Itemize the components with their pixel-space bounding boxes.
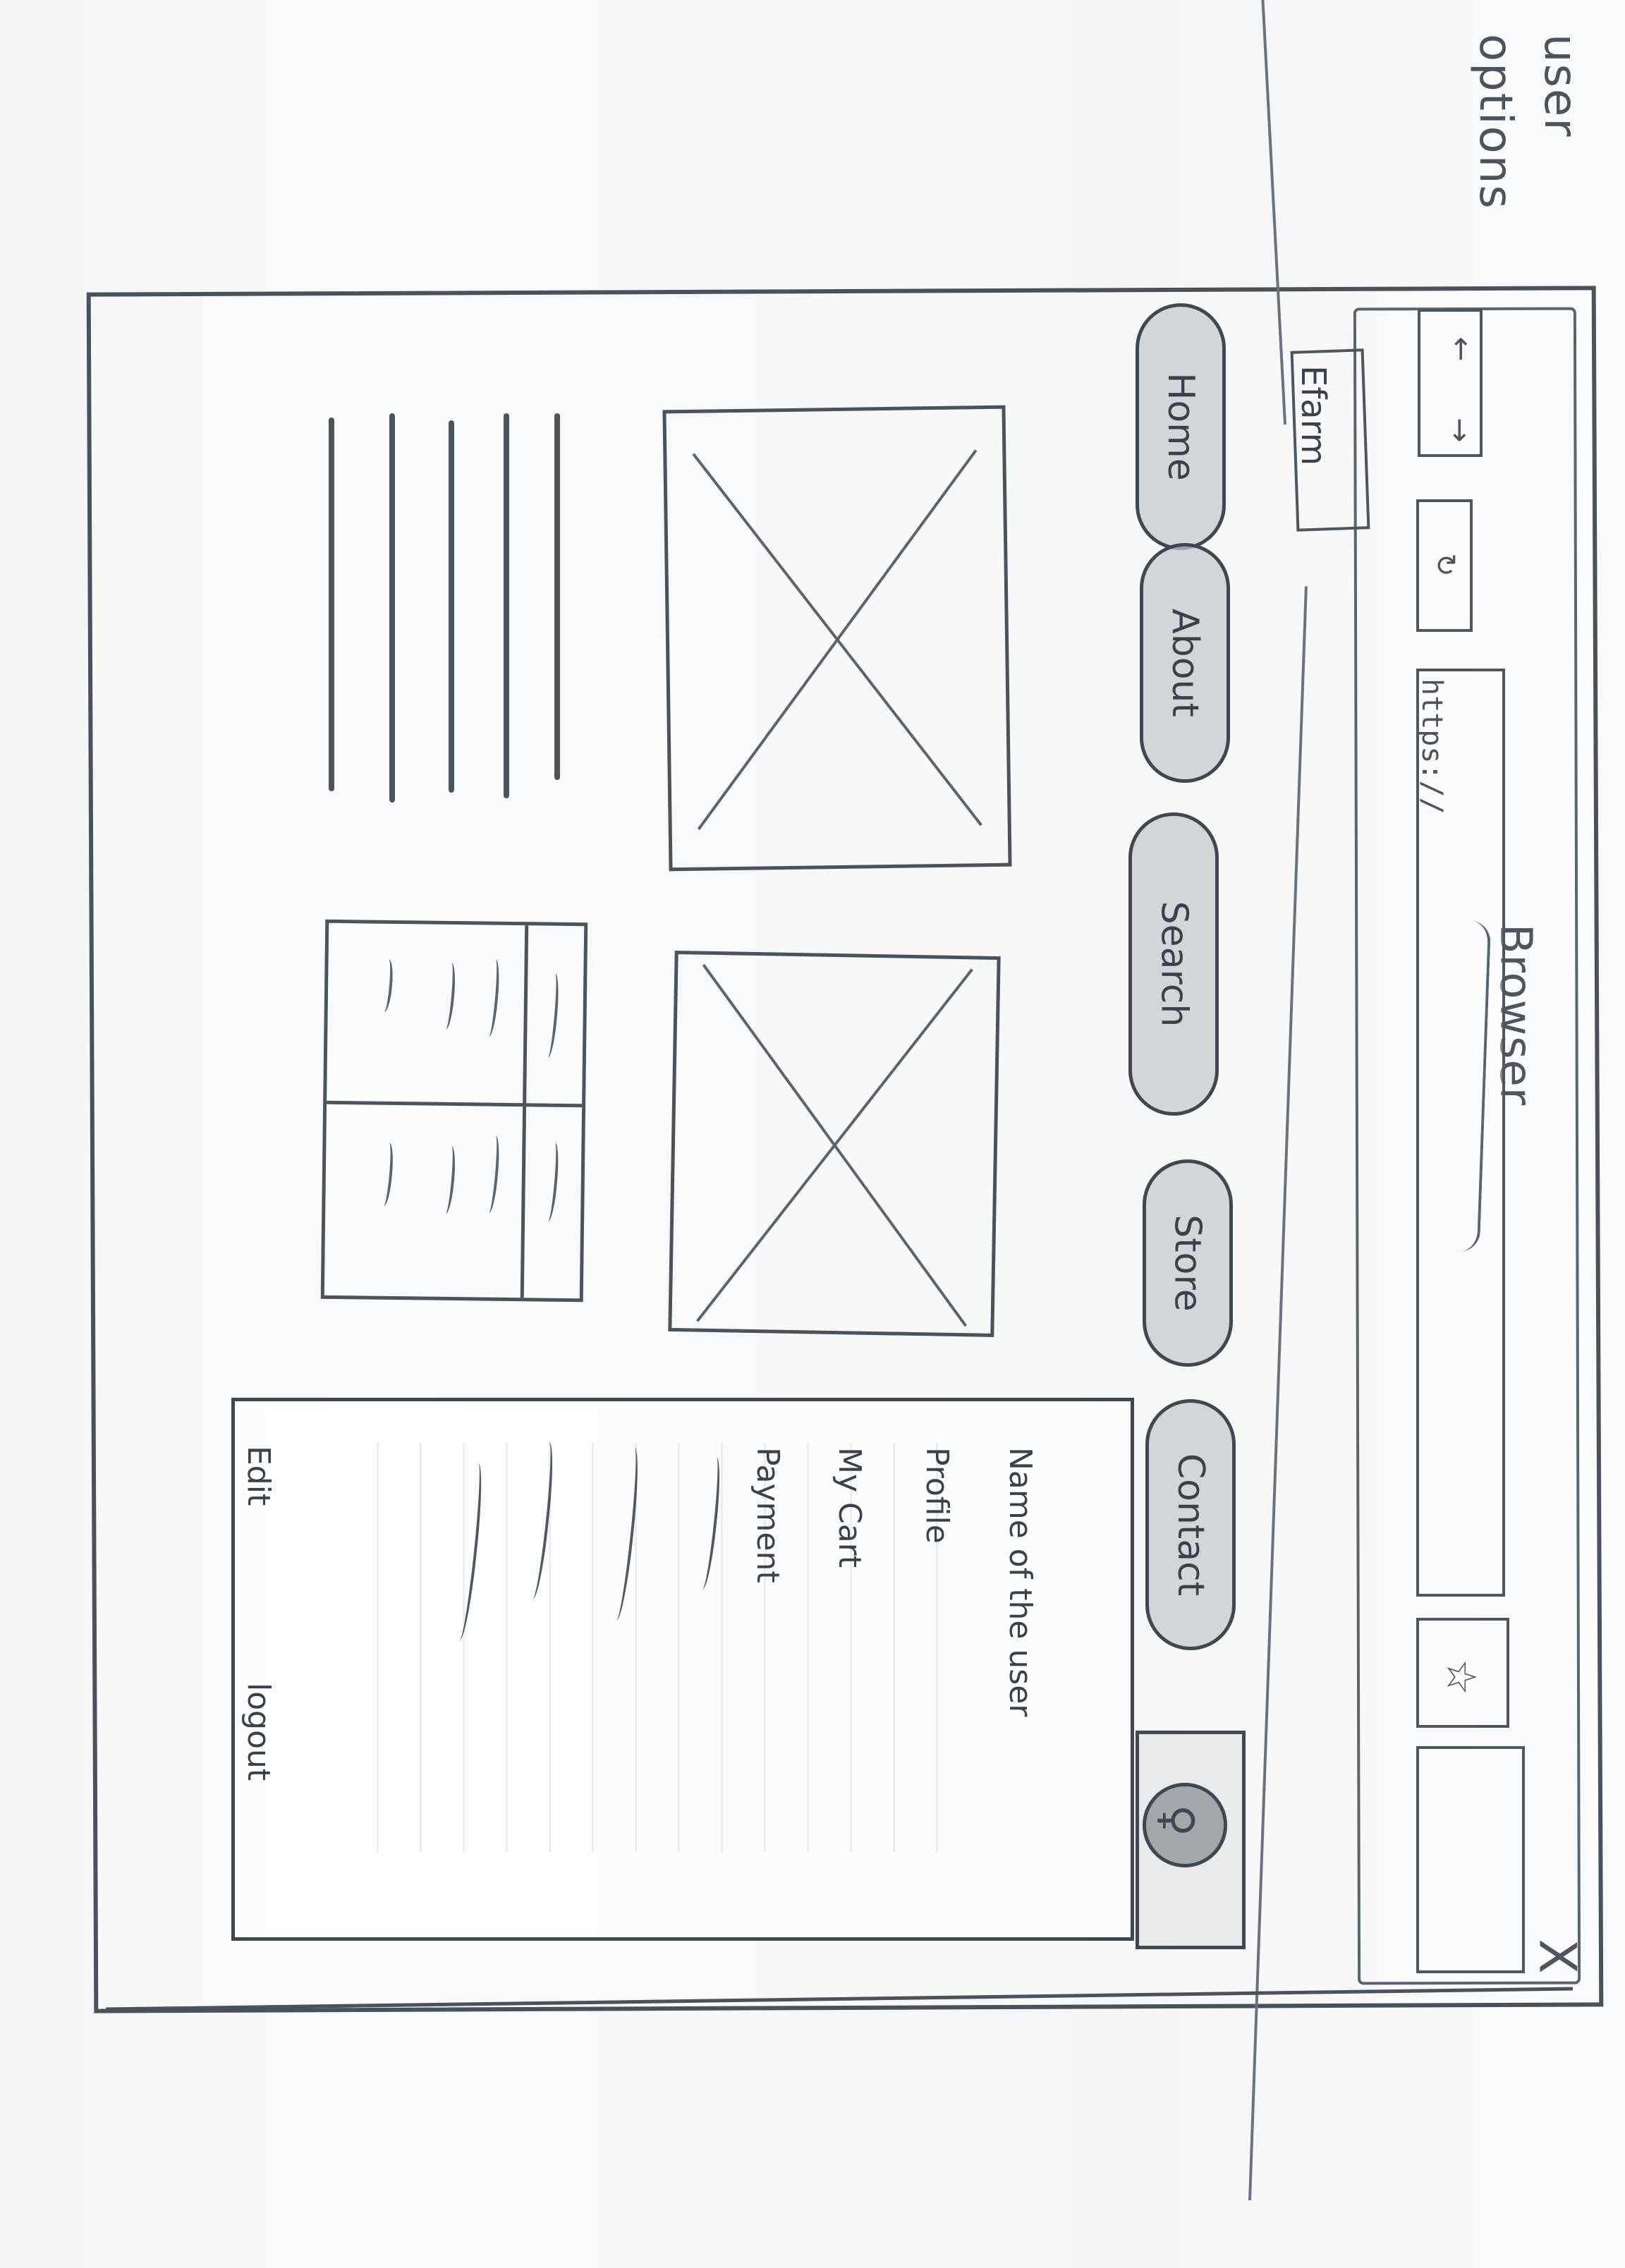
nav-contact-label: Contact — [1169, 1453, 1212, 1597]
text-line — [329, 417, 334, 791]
text-line — [449, 420, 454, 793]
menu-profile[interactable]: Profile — [919, 1447, 955, 1544]
url-text[interactable]: https:// — [1416, 678, 1448, 815]
page-note: user options — [1446, 34, 1601, 288]
content-text-block — [329, 413, 561, 808]
forward-icon[interactable]: → — [1442, 416, 1478, 444]
text-line — [389, 413, 395, 803]
image-placeholder — [668, 951, 1001, 1337]
table-divider — [520, 925, 529, 1298]
star-icon[interactable]: ☆ — [1437, 1656, 1485, 1698]
menu-my-cart[interactable]: My Cart — [832, 1447, 868, 1568]
note-user: user — [1534, 34, 1586, 138]
note-options: options — [1469, 34, 1521, 210]
menu-logout[interactable]: logout — [241, 1683, 276, 1781]
text-line — [554, 413, 560, 780]
image-placeholder — [662, 405, 1012, 872]
brand-logo[interactable]: Efarm — [1294, 365, 1333, 465]
user-name: Name of the user — [1002, 1447, 1038, 1717]
nav-home-button[interactable]: Home — [1136, 303, 1226, 550]
nav-home-label: Home — [1160, 372, 1202, 481]
table-divider — [327, 1100, 583, 1108]
nav-about-label: About — [1164, 609, 1206, 717]
menu-edit[interactable]: Edit — [241, 1446, 276, 1506]
nav-store-button[interactable]: Store — [1143, 1159, 1233, 1367]
browser-extra-area — [1416, 1746, 1525, 1973]
text-line — [504, 413, 509, 798]
nav-store-label: Store — [1167, 1214, 1210, 1312]
nav-contact-button[interactable]: Contact — [1145, 1399, 1236, 1650]
refresh-icon[interactable]: ↻ — [1429, 550, 1461, 580]
nav-search-label: Search — [1152, 901, 1195, 1028]
nav-about-button[interactable]: About — [1140, 543, 1230, 783]
menu-payment[interactable]: Payment — [750, 1447, 786, 1583]
back-icon[interactable]: ← — [1444, 335, 1479, 363]
user-icon[interactable]: ♀ — [1152, 1805, 1204, 1836]
nav-search-button[interactable]: Search — [1128, 812, 1219, 1116]
